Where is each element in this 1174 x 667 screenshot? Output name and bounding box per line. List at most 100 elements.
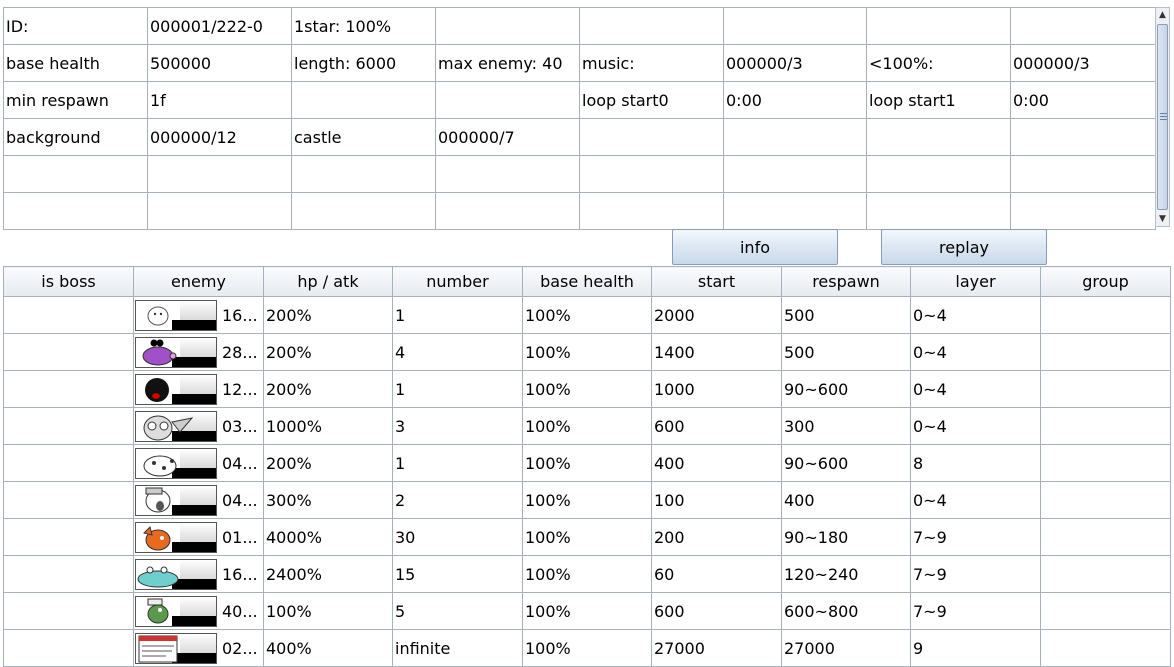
- cell-group[interactable]: [1040, 333, 1171, 371]
- cell-number[interactable]: 1: [392, 444, 523, 482]
- info-grid-cell[interactable]: [1010, 7, 1156, 45]
- info-grid-cell[interactable]: [435, 192, 580, 230]
- info-grid-cell[interactable]: 000000/3: [1010, 44, 1156, 82]
- replay-button[interactable]: replay: [881, 229, 1047, 265]
- enemy-row[interactable]: 16... 200% 1 100% 2000 500 0~4: [3, 296, 1171, 334]
- cell-start[interactable]: 2000: [651, 296, 782, 334]
- cell-enemy[interactable]: 03...: [133, 407, 264, 445]
- cell-is-boss[interactable]: [3, 296, 134, 334]
- cell-respawn[interactable]: 600~800: [781, 592, 911, 630]
- cell-start[interactable]: 1400: [651, 333, 782, 371]
- cell-layer[interactable]: 7~9: [910, 592, 1041, 630]
- cell-layer[interactable]: 9: [910, 629, 1041, 667]
- column-header-group[interactable]: group: [1040, 266, 1171, 297]
- info-grid-cell[interactable]: 000000/3: [723, 44, 867, 82]
- column-header-hp-atk[interactable]: hp / atk: [263, 266, 393, 297]
- enemy-row[interactable]: 04... 300% 2 100% 100 400 0~4: [3, 481, 1171, 519]
- info-grid-cell[interactable]: background: [3, 118, 148, 156]
- cell-group[interactable]: [1040, 296, 1171, 334]
- cell-respawn[interactable]: 300: [781, 407, 911, 445]
- info-grid-cell[interactable]: [866, 118, 1011, 156]
- column-header-layer[interactable]: layer: [910, 266, 1041, 297]
- info-grid-cell[interactable]: [1010, 155, 1156, 193]
- info-grid-cell[interactable]: [147, 155, 292, 193]
- cell-enemy[interactable]: 28...: [133, 333, 264, 371]
- cell-respawn[interactable]: 400: [781, 481, 911, 519]
- cell-base-health[interactable]: 100%: [522, 333, 652, 371]
- cell-is-boss[interactable]: [3, 333, 134, 371]
- cell-hp-atk[interactable]: 400%: [263, 629, 393, 667]
- cell-number[interactable]: infinite: [392, 629, 523, 667]
- info-grid-cell[interactable]: 1star: 100%: [291, 7, 436, 45]
- cell-is-boss[interactable]: [3, 629, 134, 667]
- scroll-up-arrow-icon[interactable]: ▲: [1156, 8, 1169, 22]
- cell-base-health[interactable]: 100%: [522, 296, 652, 334]
- cell-hp-atk[interactable]: 200%: [263, 296, 393, 334]
- info-grid-cell[interactable]: [866, 7, 1011, 45]
- cell-group[interactable]: [1040, 555, 1171, 593]
- cell-layer[interactable]: 7~9: [910, 518, 1041, 556]
- info-grid-cell[interactable]: [579, 192, 724, 230]
- cell-enemy[interactable]: 04...: [133, 481, 264, 519]
- cell-start[interactable]: 600: [651, 407, 782, 445]
- cell-hp-atk[interactable]: 200%: [263, 370, 393, 408]
- info-grid-cell[interactable]: [291, 192, 436, 230]
- cell-group[interactable]: [1040, 370, 1171, 408]
- cell-start[interactable]: 200: [651, 518, 782, 556]
- enemy-row[interactable]: 04... 200% 1 100% 400 90~600 8: [3, 444, 1171, 482]
- cell-base-health[interactable]: 100%: [522, 518, 652, 556]
- info-grid-cell[interactable]: [291, 81, 436, 119]
- enemy-row[interactable]: 16... 2400% 15 100% 60 120~240 7~9: [3, 555, 1171, 593]
- info-grid-cell[interactable]: music:: [579, 44, 724, 82]
- info-grid-cell[interactable]: 0:00: [723, 81, 867, 119]
- info-grid-cell[interactable]: [866, 155, 1011, 193]
- cell-start[interactable]: 400: [651, 444, 782, 482]
- cell-group[interactable]: [1040, 592, 1171, 630]
- cell-enemy[interactable]: 12...: [133, 370, 264, 408]
- cell-is-boss[interactable]: [3, 518, 134, 556]
- cell-respawn[interactable]: 90~600: [781, 444, 911, 482]
- info-grid-cell[interactable]: 000001/222-0: [147, 7, 292, 45]
- cell-layer[interactable]: 0~4: [910, 407, 1041, 445]
- cell-is-boss[interactable]: [3, 555, 134, 593]
- cell-hp-atk[interactable]: 2400%: [263, 555, 393, 593]
- column-header-respawn[interactable]: respawn: [781, 266, 911, 297]
- enemy-row[interactable]: 40... 100% 5 100% 600 600~800 7~9: [3, 592, 1171, 630]
- info-grid-cell[interactable]: 0:00: [1010, 81, 1156, 119]
- info-grid-cell[interactable]: 000000/12: [147, 118, 292, 156]
- cell-enemy[interactable]: 16...: [133, 555, 264, 593]
- info-grid-cell[interactable]: 000000/7: [435, 118, 580, 156]
- info-grid-cell[interactable]: [723, 7, 867, 45]
- cell-base-health[interactable]: 100%: [522, 370, 652, 408]
- cell-layer[interactable]: 7~9: [910, 555, 1041, 593]
- cell-respawn[interactable]: 120~240: [781, 555, 911, 593]
- column-header-number[interactable]: number: [392, 266, 523, 297]
- info-button[interactable]: info: [672, 229, 838, 265]
- cell-layer[interactable]: 0~4: [910, 296, 1041, 334]
- info-grid-cell[interactable]: [579, 7, 724, 45]
- cell-number[interactable]: 2: [392, 481, 523, 519]
- info-grid-cell[interactable]: [147, 192, 292, 230]
- cell-start[interactable]: 27000: [651, 629, 782, 667]
- cell-start[interactable]: 600: [651, 592, 782, 630]
- cell-layer[interactable]: 0~4: [910, 370, 1041, 408]
- cell-enemy[interactable]: 16...: [133, 296, 264, 334]
- enemy-row[interactable]: 03... 1000% 3 100% 600 300 0~4: [3, 407, 1171, 445]
- info-grid-cell[interactable]: 1f: [147, 81, 292, 119]
- cell-base-health[interactable]: 100%: [522, 629, 652, 667]
- cell-is-boss[interactable]: [3, 481, 134, 519]
- info-grid-cell[interactable]: loop start1: [866, 81, 1011, 119]
- info-grid-cell[interactable]: [1010, 192, 1156, 230]
- enemy-row[interactable]: 28... 200% 4 100% 1400 500 0~4: [3, 333, 1171, 371]
- cell-hp-atk[interactable]: 4000%: [263, 518, 393, 556]
- column-header-base-health[interactable]: base health: [522, 266, 652, 297]
- cell-group[interactable]: [1040, 481, 1171, 519]
- info-grid-cell[interactable]: [723, 192, 867, 230]
- cell-start[interactable]: 1000: [651, 370, 782, 408]
- info-grid-cell[interactable]: 500000: [147, 44, 292, 82]
- info-grid-cell[interactable]: [3, 192, 148, 230]
- enemy-row[interactable]: 01... 4000% 30 100% 200 90~180 7~9: [3, 518, 1171, 556]
- cell-base-health[interactable]: 100%: [522, 407, 652, 445]
- cell-number[interactable]: 1: [392, 296, 523, 334]
- column-header-start[interactable]: start: [651, 266, 782, 297]
